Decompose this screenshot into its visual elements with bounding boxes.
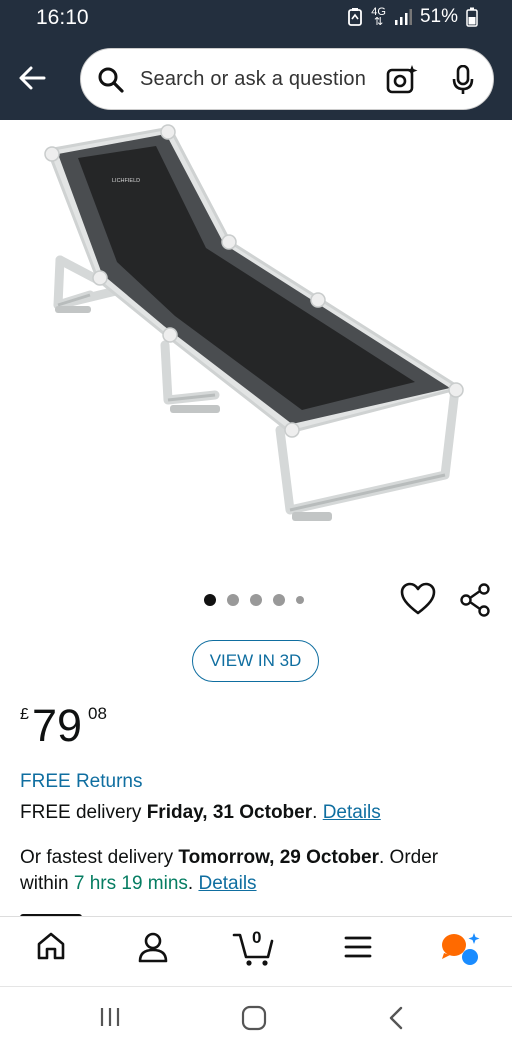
search-header: Search or ask a question xyxy=(0,36,512,120)
status-time: 16:10 xyxy=(36,6,89,29)
back-arrow-icon[interactable] xyxy=(14,60,50,96)
network-type: 4G ⇅ xyxy=(371,6,386,28)
carousel-dot[interactable] xyxy=(250,594,262,606)
search-input[interactable]: Search or ask a question xyxy=(80,48,494,110)
home-icon[interactable] xyxy=(36,931,66,961)
battery-percent: 51% xyxy=(419,6,458,27)
home-nav-icon[interactable] xyxy=(241,1005,267,1031)
fastest-delivery-date: Tomorrow, 29 October xyxy=(178,847,379,868)
status-icons: 4G ⇅ 51% xyxy=(347,6,478,28)
carousel-dot[interactable] xyxy=(204,594,216,606)
image-carousel-indicator xyxy=(204,594,304,606)
search-icon xyxy=(98,67,124,93)
free-returns-link[interactable]: FREE Returns xyxy=(20,771,142,793)
battery-saver-icon xyxy=(348,8,363,26)
assistant-icon[interactable] xyxy=(440,931,480,967)
carousel-dot[interactable] xyxy=(296,596,304,604)
carousel-dot[interactable] xyxy=(273,594,285,606)
delivery-details-link[interactable]: Details xyxy=(323,802,381,823)
menu-icon[interactable] xyxy=(344,935,372,959)
view-in-3d-button[interactable]: VIEW IN 3D xyxy=(192,640,319,682)
order-countdown: 7 hrs 19 mins xyxy=(73,873,188,894)
back-nav-icon[interactable] xyxy=(386,1005,406,1031)
battery-icon xyxy=(466,7,478,27)
fastest-delivery-info: Or fastest delivery Tomorrow, 29 October… xyxy=(20,847,439,894)
camera-lens-icon[interactable] xyxy=(385,63,419,97)
brand-logo: LICHFIELD xyxy=(112,178,140,184)
status-bar: 16:10 4G ⇅ 51% xyxy=(0,0,512,36)
recent-apps-icon[interactable] xyxy=(98,1005,122,1029)
price-fraction: 08 xyxy=(88,704,107,723)
price-whole: 79 xyxy=(32,700,83,751)
share-icon[interactable] xyxy=(458,582,492,618)
cart-button[interactable]: 0 xyxy=(232,927,278,967)
fastest-details-link[interactable]: Details xyxy=(198,873,256,894)
search-placeholder: Search or ask a question xyxy=(140,68,367,90)
product-image[interactable]: LICHFIELD xyxy=(0,120,512,570)
cart-count: 0 xyxy=(252,928,262,947)
microphone-icon[interactable] xyxy=(451,65,475,95)
system-nav-bar xyxy=(0,986,512,1053)
signal-icon xyxy=(394,9,412,25)
price-currency: £ xyxy=(20,706,29,723)
delivery-date: Friday, 31 October xyxy=(146,802,313,823)
delivery-info: FREE delivery Friday, 31 October. Detail… xyxy=(20,802,381,823)
app-tab-bar: 0 xyxy=(0,916,512,987)
wishlist-heart-icon[interactable] xyxy=(400,582,436,616)
account-icon[interactable] xyxy=(137,931,169,963)
carousel-dot[interactable] xyxy=(227,594,239,606)
